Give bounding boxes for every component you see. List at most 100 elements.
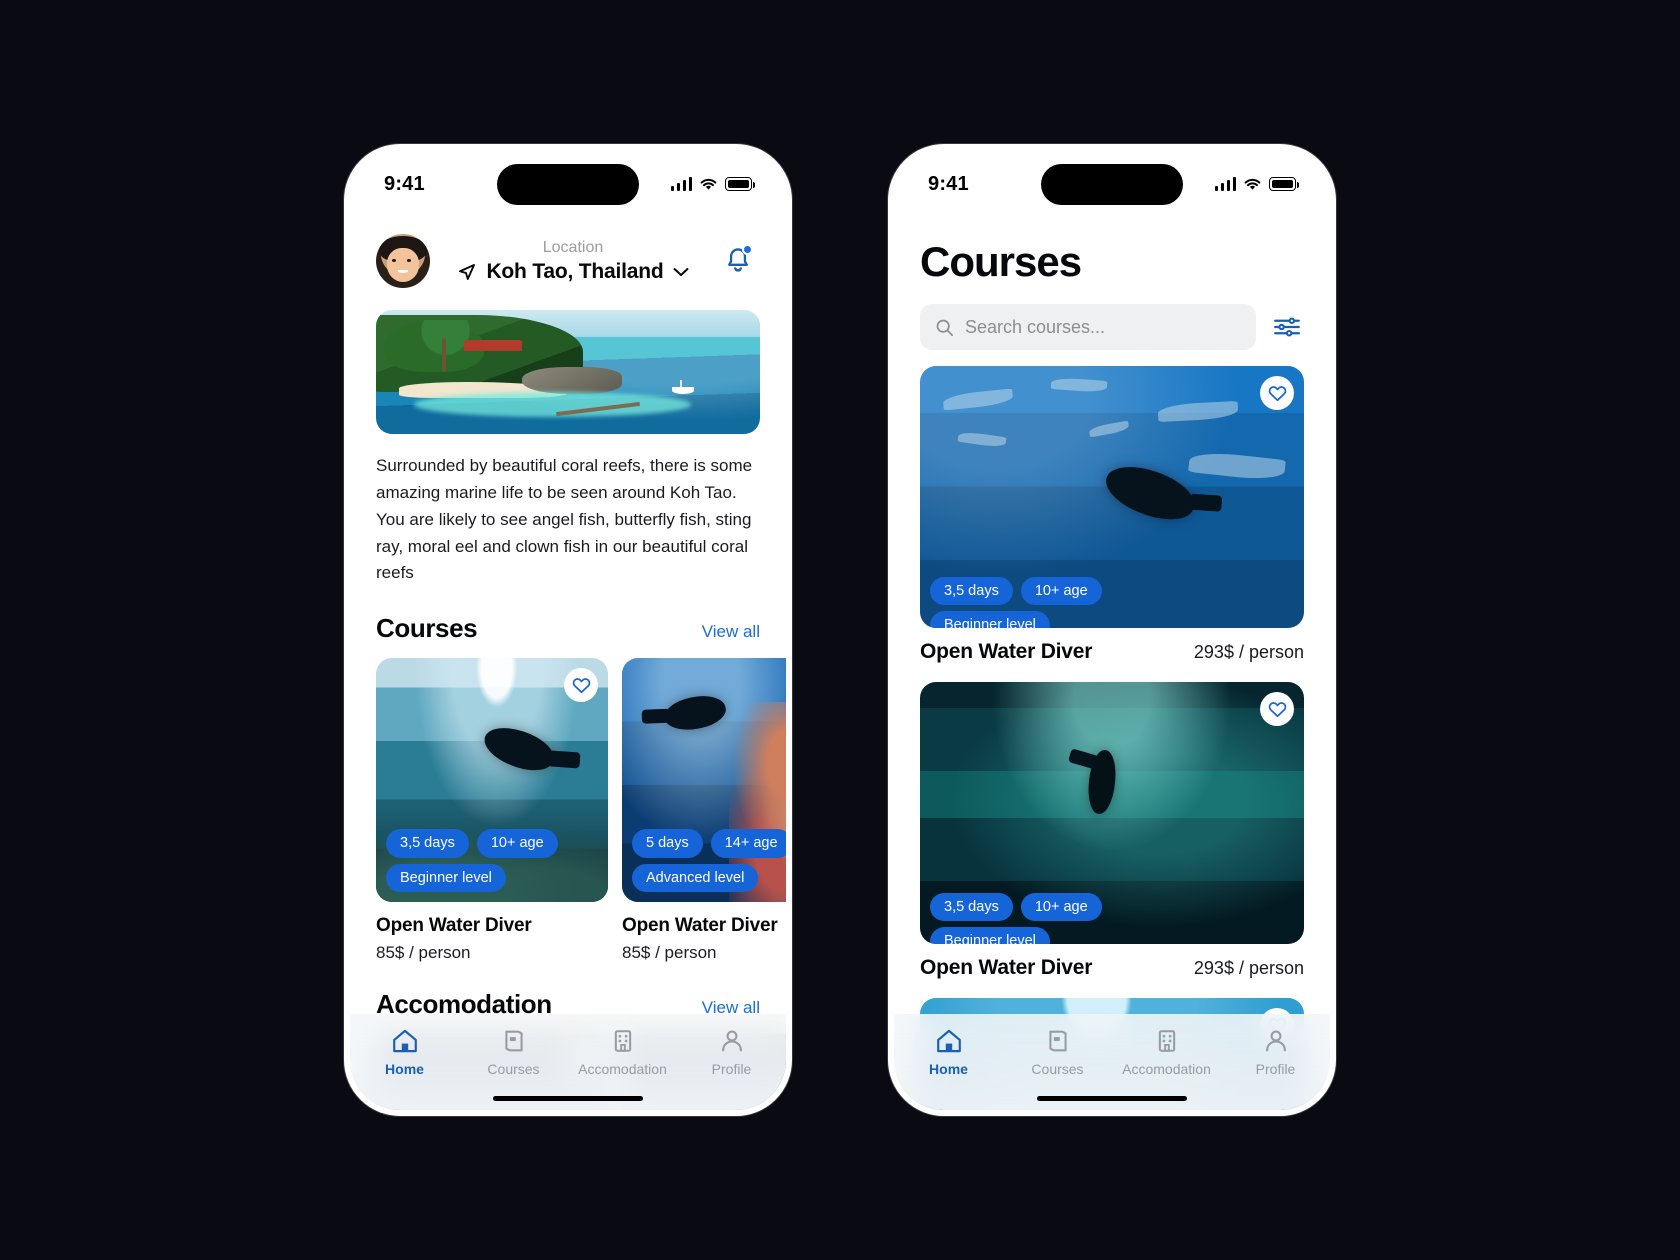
notification-button[interactable] [716, 239, 760, 283]
heart-icon [572, 677, 590, 693]
book-icon [1048, 1030, 1067, 1052]
avatar[interactable] [376, 234, 430, 288]
tab-label: Accomodation [578, 1061, 667, 1077]
course-price: 293$ / person [1193, 642, 1304, 662]
courses-section-header: Courses View all [376, 613, 760, 644]
favorite-button[interactable] [1260, 692, 1294, 726]
course-card[interactable]: 5 days 14+ age Advanced level Open Water… [622, 658, 786, 963]
diver-figure [1085, 748, 1119, 816]
building-icon [1158, 1030, 1175, 1052]
book-icon [504, 1030, 523, 1052]
course-thumbnail: 3,5 days 10+ age Beginner level [920, 682, 1304, 944]
tab-home[interactable]: Home [350, 1028, 459, 1077]
dynamic-island [497, 164, 639, 205]
course-thumbnail: 5 days 14+ age Advanced level [622, 658, 786, 903]
badge-age: 10+ age [1020, 892, 1102, 922]
view-all-courses-link[interactable]: View all [702, 622, 760, 642]
navigation-arrow-icon [459, 264, 476, 281]
badge-level: Advanced level [632, 863, 759, 893]
courses-screen: 9:41 Courses Search courses... 3,5 days … [894, 150, 1330, 1110]
badge-row: 3,5 days 10+ age [386, 828, 598, 858]
badge-row: Beginner level [930, 611, 1294, 628]
tab-home[interactable]: Home [894, 1028, 1003, 1077]
course-price: 293$ / person [1193, 958, 1304, 978]
signal-bars-icon [1214, 177, 1236, 191]
tab-profile[interactable]: Profile [1221, 1028, 1330, 1077]
signal-bars-icon [670, 177, 692, 191]
course-thumbnail: 3,5 days 10+ age Beginner level [376, 658, 608, 903]
diver-figure [478, 721, 559, 778]
tab-label: Courses [1031, 1061, 1084, 1077]
tab-courses[interactable]: Courses [1003, 1028, 1112, 1077]
building-icon [614, 1030, 631, 1052]
search-input[interactable]: Search courses... [920, 304, 1256, 350]
status-bar: 9:41 [894, 150, 1330, 212]
badge-age: 10+ age [1020, 576, 1102, 606]
battery-icon [725, 177, 756, 191]
badge-level: Beginner level [930, 927, 1050, 944]
course-meta: Open Water Diver 293$ / person [920, 956, 1304, 980]
chevron-down-icon[interactable] [673, 267, 689, 277]
heart-icon [1268, 701, 1286, 717]
phone-courses: 9:41 Courses Search courses... 3,5 days … [888, 144, 1336, 1116]
badge-level: Beginner level [386, 863, 506, 893]
home-icon [936, 1029, 961, 1053]
screenshot-stage: 9:41 Location Koh Tao, Thailand Surround… [0, 0, 1680, 1260]
courses-rail[interactable]: 3,5 days 10+ age Beginner level Open Wat… [350, 658, 786, 963]
tab-profile[interactable]: Profile [677, 1028, 786, 1077]
tab-label: Profile [1255, 1061, 1296, 1077]
home-indicator [1037, 1096, 1187, 1101]
location-value: Koh Tao, Thailand [486, 260, 664, 284]
course-name: Open Water Diver [920, 956, 1093, 979]
courses-list: 3,5 days 10+ age Beginner level Open Wat… [894, 366, 1330, 1110]
heart-icon [1268, 385, 1286, 401]
home-header: Location Koh Tao, Thailand [350, 212, 786, 288]
tab-label: Home [385, 1061, 424, 1077]
badge-row: Beginner level [386, 863, 598, 893]
search-placeholder: Search courses... [965, 316, 1106, 337]
course-thumbnail: 3,5 days 10+ age Beginner level [920, 366, 1304, 628]
badge-level: Beginner level [930, 611, 1050, 628]
favorite-button[interactable] [1260, 376, 1294, 410]
tab-courses[interactable]: Courses [459, 1028, 568, 1077]
search-icon [936, 319, 953, 336]
location-label: Location [542, 238, 604, 256]
tab-label: Profile [711, 1061, 752, 1077]
badge-row: 3,5 days 10+ age [930, 892, 1294, 922]
course-price: 85$ / person [622, 943, 717, 963]
course-name: Open Water Diver [376, 915, 532, 937]
sliders-filter-icon [1274, 317, 1300, 337]
status-bar: 9:41 [350, 150, 786, 212]
badge-duration: 3,5 days [930, 576, 1013, 606]
status-time: 9:41 [384, 172, 425, 195]
course-card[interactable]: 3,5 days 10+ age Beginner level Open Wat… [920, 682, 1304, 980]
search-row: Search courses... [920, 304, 1304, 350]
course-price: 85$ / person [376, 943, 471, 963]
phone-home: 9:41 Location Koh Tao, Thailand Surround… [344, 144, 792, 1116]
tab-label: Courses [487, 1061, 540, 1077]
badge-duration: 3,5 days [386, 828, 469, 858]
home-indicator [493, 1096, 643, 1101]
tab-label: Accomodation [1122, 1061, 1211, 1077]
tab-accomodation[interactable]: Accomodation [568, 1028, 677, 1077]
section-title: Courses [376, 613, 478, 644]
badge-row: Beginner level [930, 927, 1294, 944]
course-card[interactable]: 3,5 days 10+ age Beginner level Open Wat… [920, 366, 1304, 664]
tab-accomodation[interactable]: Accomodation [1112, 1028, 1221, 1077]
course-card[interactable]: 3,5 days 10+ age Beginner level Open Wat… [376, 658, 608, 963]
badge-age: 14+ age [710, 828, 786, 858]
course-meta: Open Water Diver 293$ / person [920, 640, 1304, 664]
favorite-button[interactable] [564, 668, 598, 703]
hero-image [376, 310, 760, 434]
destination-description: Surrounded by beautiful coral reefs, the… [376, 456, 753, 583]
badge-age: 10+ age [476, 828, 558, 858]
course-name: Open Water Diver [920, 640, 1093, 663]
home-icon [392, 1029, 417, 1053]
page-title: Courses [920, 238, 1082, 285]
diver-figure [661, 691, 729, 736]
tab-label: Home [929, 1061, 968, 1077]
location-selector[interactable]: Location Koh Tao, Thailand [440, 238, 706, 284]
status-indicators [1214, 171, 1300, 191]
wifi-icon [1244, 178, 1261, 190]
filter-button[interactable] [1270, 310, 1304, 344]
